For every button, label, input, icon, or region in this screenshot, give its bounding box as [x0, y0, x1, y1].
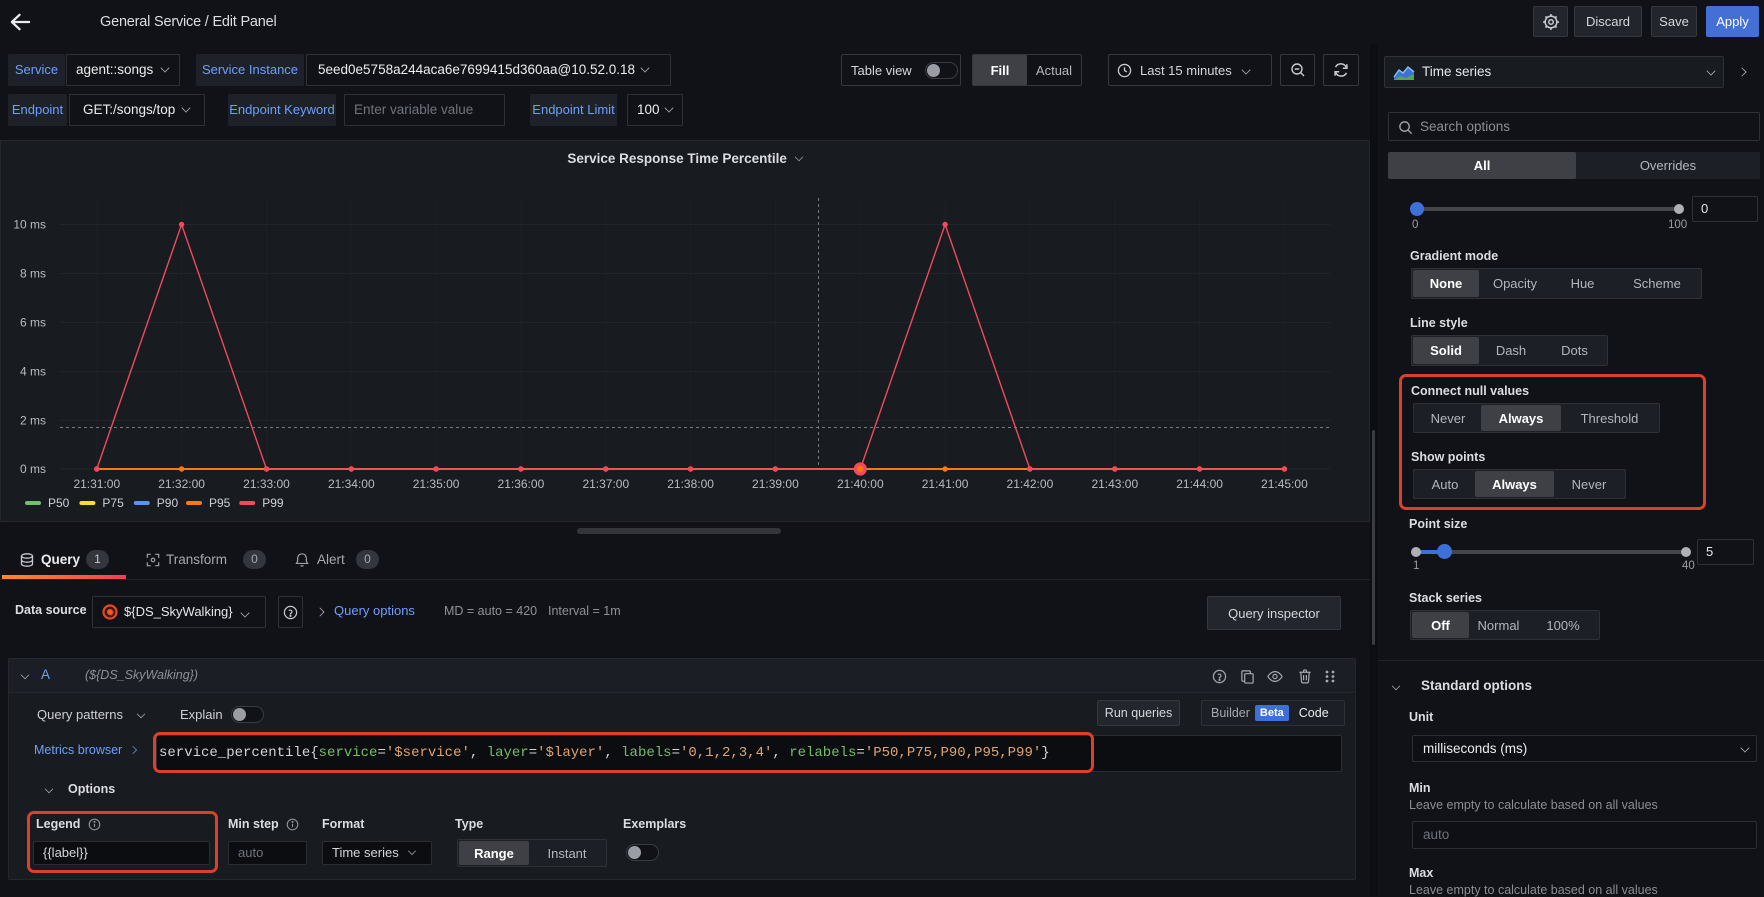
svg-text:2 ms: 2 ms	[20, 414, 46, 428]
svg-text:21:33:00: 21:33:00	[243, 477, 290, 491]
svg-text:21:31:00: 21:31:00	[73, 477, 120, 491]
svg-text:8 ms: 8 ms	[20, 267, 46, 281]
svg-text:P90: P90	[157, 496, 179, 510]
svg-text:21:40:00: 21:40:00	[837, 477, 884, 491]
svg-text:21:37:00: 21:37:00	[582, 477, 629, 491]
svg-text:21:35:00: 21:35:00	[413, 477, 460, 491]
svg-text:21:45:00: 21:45:00	[1261, 477, 1308, 491]
svg-text:P99: P99	[262, 496, 284, 510]
svg-text:6 ms: 6 ms	[20, 316, 46, 330]
svg-text:21:39:00: 21:39:00	[752, 477, 799, 491]
svg-text:21:32:00: 21:32:00	[158, 477, 205, 491]
svg-text:21:44:00: 21:44:00	[1176, 477, 1223, 491]
svg-text:21:42:00: 21:42:00	[1007, 477, 1054, 491]
svg-text:P95: P95	[209, 496, 231, 510]
svg-text:21:43:00: 21:43:00	[1091, 477, 1138, 491]
svg-text:21:41:00: 21:41:00	[922, 477, 969, 491]
svg-text:P75: P75	[102, 496, 124, 510]
svg-text:4 ms: 4 ms	[20, 365, 46, 379]
svg-text:10 ms: 10 ms	[13, 218, 46, 232]
svg-text:21:34:00: 21:34:00	[328, 477, 375, 491]
svg-text:P50: P50	[48, 496, 70, 510]
svg-text:21:36:00: 21:36:00	[498, 477, 545, 491]
svg-text:21:38:00: 21:38:00	[667, 477, 714, 491]
svg-text:0 ms: 0 ms	[20, 462, 46, 476]
